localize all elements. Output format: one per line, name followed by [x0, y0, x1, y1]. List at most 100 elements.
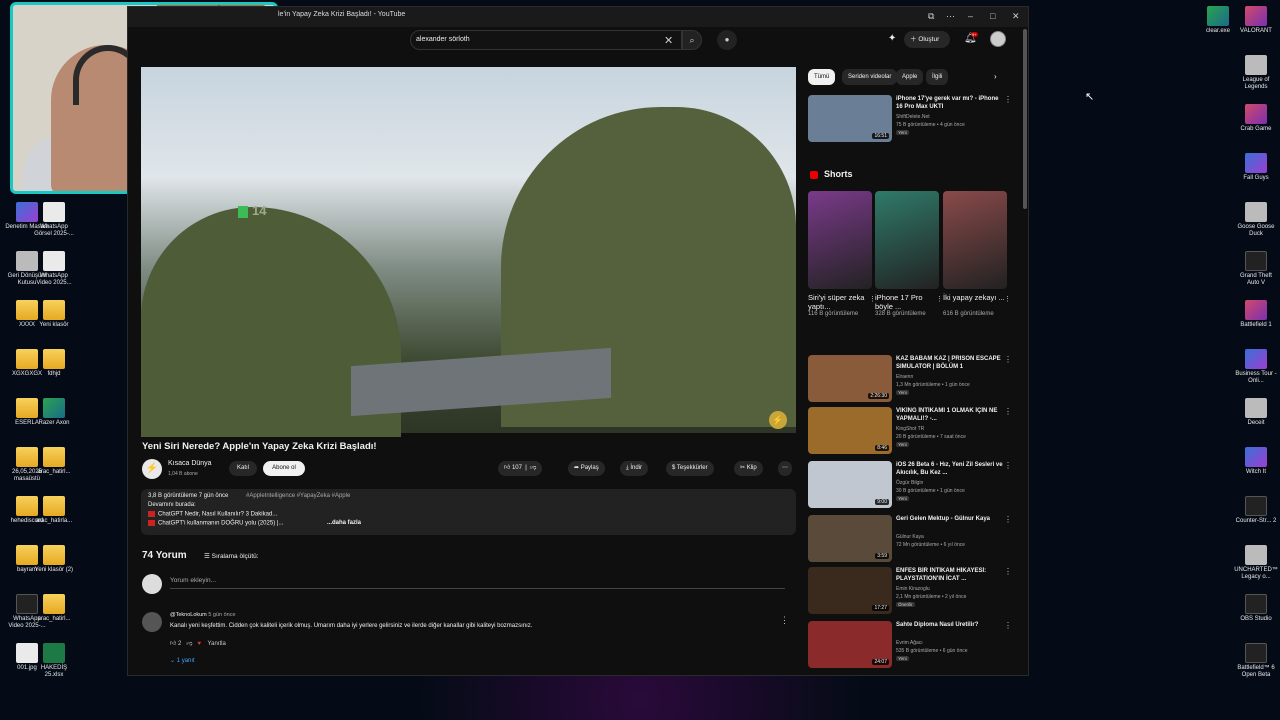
recommended-video[interactable]: 24:07 Sahte Diploma Nasıl Üretilir? Evrim … [808, 621, 1020, 673]
maximize-icon[interactable]: □ [990, 11, 995, 21]
desktop-icon[interactable]: WhatsApp Video 2025... [32, 251, 76, 287]
video-thumbnail[interactable]: 3:59 [808, 515, 892, 562]
more-icon[interactable]: ⋯ [946, 11, 955, 21]
voice-search-button[interactable]: ● [717, 30, 737, 50]
short-card[interactable]: İki yapay zekayı ... 616 B görüntüleme ⋮ [943, 191, 1011, 318]
channel-avatar[interactable]: ⚡ [142, 459, 162, 479]
channel-name[interactable]: KingShot TR [896, 426, 924, 432]
channel-name[interactable]: Evrim Ağacı [896, 640, 923, 646]
filter-chip[interactable]: Seriden videolar [842, 69, 898, 85]
desktop-icon[interactable]: arac_hatirl... [32, 594, 76, 623]
description-link[interactable]: ChatGPT Nedir, Nasıl Kullanılır? 3 Dakik… [148, 511, 277, 518]
video-thumbnail[interactable]: 24:07 [808, 621, 892, 668]
filter-chip[interactable]: Tümü [808, 69, 836, 85]
video-title[interactable]: KAZ BABAM KAZ | PRISON ESCAPE SIMULATOR … [896, 355, 1006, 371]
desktop-icon[interactable]: VALORANT [1234, 6, 1278, 35]
desktop-icon[interactable]: Battlefield 1 [1234, 300, 1278, 329]
recommended-video[interactable]: 8:46 VİKİNG İNTİKAMI 1 OLMAK İÇİN NE YAPM… [808, 407, 1020, 459]
thumbs-up-icon[interactable]: 👍︎ [170, 641, 176, 647]
recommended-video[interactable]: 16:51 iPhone 17'ye gerek var mı? - iPhone… [808, 95, 1020, 147]
video-title[interactable]: Sahte Diploma Nasıl Üretilir? [896, 621, 1006, 629]
video-thumbnail[interactable]: 9:00 [808, 461, 892, 508]
description-box[interactable]: 3,8 B görüntüleme 7 gün önce #AppleIntel… [141, 489, 796, 535]
more-actions-button[interactable]: ⋯ [778, 461, 792, 476]
close-icon[interactable]: ✕ [1012, 11, 1020, 21]
desktop-icon[interactable]: Witch It [1234, 447, 1278, 476]
short-card[interactable]: iPhone 17 Pro böyle ... 328 B görüntüleme… [875, 191, 943, 318]
video-title[interactable]: Geri Gelen Mektup - Gülnur Kaya [896, 515, 1006, 523]
cast-icon[interactable]: ⧉ [928, 11, 934, 21]
thanks-button[interactable]: $ Teşekkürler [666, 461, 714, 476]
channel-name[interactable]: Özgür Bilgin [896, 480, 923, 486]
desktop-icon[interactable]: Business Tour - Onli... [1234, 349, 1278, 385]
create-button[interactable]: ＋ Oluştur [904, 31, 950, 48]
minimize-icon[interactable]: – [968, 11, 973, 21]
commenter-name[interactable]: @TeknoLokum 5 gün önce [170, 612, 236, 618]
video-title[interactable]: ENFES BİR İNTİKAM HİKAYESİ: PLAYSTATION'… [896, 567, 1006, 583]
desktop-icon[interactable]: HAKEDİŞ 25.xlsx [32, 643, 76, 679]
video-thumbnail[interactable]: 2:26:30 [808, 355, 892, 402]
desktop-icon[interactable]: Crab Game [1234, 104, 1278, 133]
kebab-menu-icon[interactable]: ⋮ [1004, 567, 1012, 576]
desktop-icon[interactable]: Grand Theft Auto V [1234, 251, 1278, 287]
channel-name[interactable]: Gülnur Kaya [896, 534, 924, 540]
video-player[interactable]: 14 ⚡ [141, 67, 796, 437]
video-title[interactable]: iPhone 17'ye gerek var mı? - iPhone 16 P… [896, 95, 1006, 111]
download-button[interactable]: ⤓ İndir [620, 461, 648, 476]
channel-name[interactable]: Kısaca Dünya [168, 460, 212, 467]
recommended-video[interactable]: 2:26:30 KAZ BABAM KAZ | PRISON ESCAPE SIM… [808, 355, 1020, 407]
desktop-icon[interactable]: Yeni klasör (2) [32, 545, 76, 574]
video-thumbnail[interactable]: 17:27 [808, 567, 892, 614]
show-more-link[interactable]: ...daha fazla [327, 520, 361, 526]
short-card[interactable]: Siri'yi süper zeka yaptı... 116 B görüntü… [808, 191, 876, 318]
share-button[interactable]: ➦ Paylaş [568, 461, 605, 476]
subscribe-button[interactable]: Abone ol [263, 461, 305, 476]
desktop-icon[interactable]: Battlefield™ 6 Open Beta [1234, 643, 1278, 679]
tab-title[interactable]: le'in Yapay Zeka Krizi Başladı! - YouTub… [278, 11, 405, 18]
desktop-icon[interactable]: UNCHARTED™ Legacy o... [1234, 545, 1278, 581]
kebab-menu-icon[interactable]: ⋮ [1004, 621, 1012, 630]
kebab-menu-icon[interactable]: ⋮ [936, 295, 943, 303]
chevron-right-icon[interactable]: › [994, 72, 997, 81]
desktop-icon[interactable]: arac_hatirl... [32, 447, 76, 476]
desktop-icon[interactable]: Razer Axon [32, 398, 76, 427]
filter-chip[interactable]: İlgili [926, 69, 949, 85]
kebab-menu-icon[interactable]: ⋮ [1004, 407, 1012, 416]
video-thumbnail[interactable]: 16:51 [808, 95, 892, 142]
kebab-menu-icon[interactable]: ⋮ [1004, 95, 1012, 104]
short-title[interactable]: İki yapay zekayı ... [943, 293, 1007, 311]
video-title[interactable]: iOS 26 Beta 6 - Hız, Yeni Zil Sesleri ve… [896, 461, 1006, 477]
hashtags[interactable]: #AppleIntelligence #YapayZeka #Apple [246, 493, 350, 499]
channel-watermark-icon[interactable]: ⚡ [769, 411, 787, 429]
desktop-icon[interactable]: Goose Goose Duck [1234, 202, 1278, 238]
kebab-menu-icon[interactable]: ⋮ [1004, 461, 1012, 470]
add-comment-input[interactable]: Yorum ekleyin... [170, 577, 785, 589]
search-button[interactable]: ⌕ [682, 30, 702, 50]
clip-button[interactable]: ✂ Klip [734, 461, 763, 476]
desktop-icon[interactable]: arac_hatirla... [32, 496, 76, 525]
thumbs-down-icon[interactable]: 👎︎ [186, 641, 192, 647]
desktop-icon[interactable]: League of Legends [1234, 55, 1278, 91]
clear-search-icon[interactable]: ✕ [664, 34, 673, 47]
channel-name[interactable]: ShiftDelete.Net [896, 114, 930, 120]
short-thumbnail[interactable] [943, 191, 1007, 289]
channel-name[interactable]: Emin Kirazoglu [896, 586, 930, 592]
comment-menu-icon[interactable]: ⋮ [780, 615, 789, 626]
recommended-video[interactable]: 9:00 iOS 26 Beta 6 - Hız, Yeni Zil Sesler… [808, 461, 1020, 513]
short-title[interactable]: iPhone 17 Pro böyle ... [875, 293, 939, 311]
desktop-icon[interactable]: Counter-Str... 2 [1234, 496, 1278, 525]
short-thumbnail[interactable] [875, 191, 939, 289]
video-thumbnail[interactable]: 8:46 [808, 407, 892, 454]
sort-button[interactable]: ☰ Sıralama ölçütü: [204, 552, 259, 560]
description-link[interactable]: ChatGPT'i kullanmanın DOĞRU yolu (2025) … [148, 520, 283, 527]
kebab-menu-icon[interactable]: ⋮ [1004, 355, 1012, 364]
desktop-icon[interactable]: Fall Guys [1234, 153, 1278, 182]
join-button[interactable]: Katıl [229, 461, 257, 476]
desktop-icon[interactable]: Deceit [1234, 398, 1278, 427]
short-title[interactable]: Siri'yi süper zeka yaptı... [808, 293, 872, 311]
desktop-icon[interactable]: OBS Studio [1234, 594, 1278, 623]
scrollbar[interactable] [1023, 29, 1027, 209]
reply-button[interactable]: Yanıtla [208, 641, 226, 647]
recommended-video[interactable]: 17:27 ENFES BİR İNTİKAM HİKAYESİ: PLAYSTA… [808, 567, 1020, 619]
sparkle-icon[interactable]: ✦ [888, 33, 896, 44]
